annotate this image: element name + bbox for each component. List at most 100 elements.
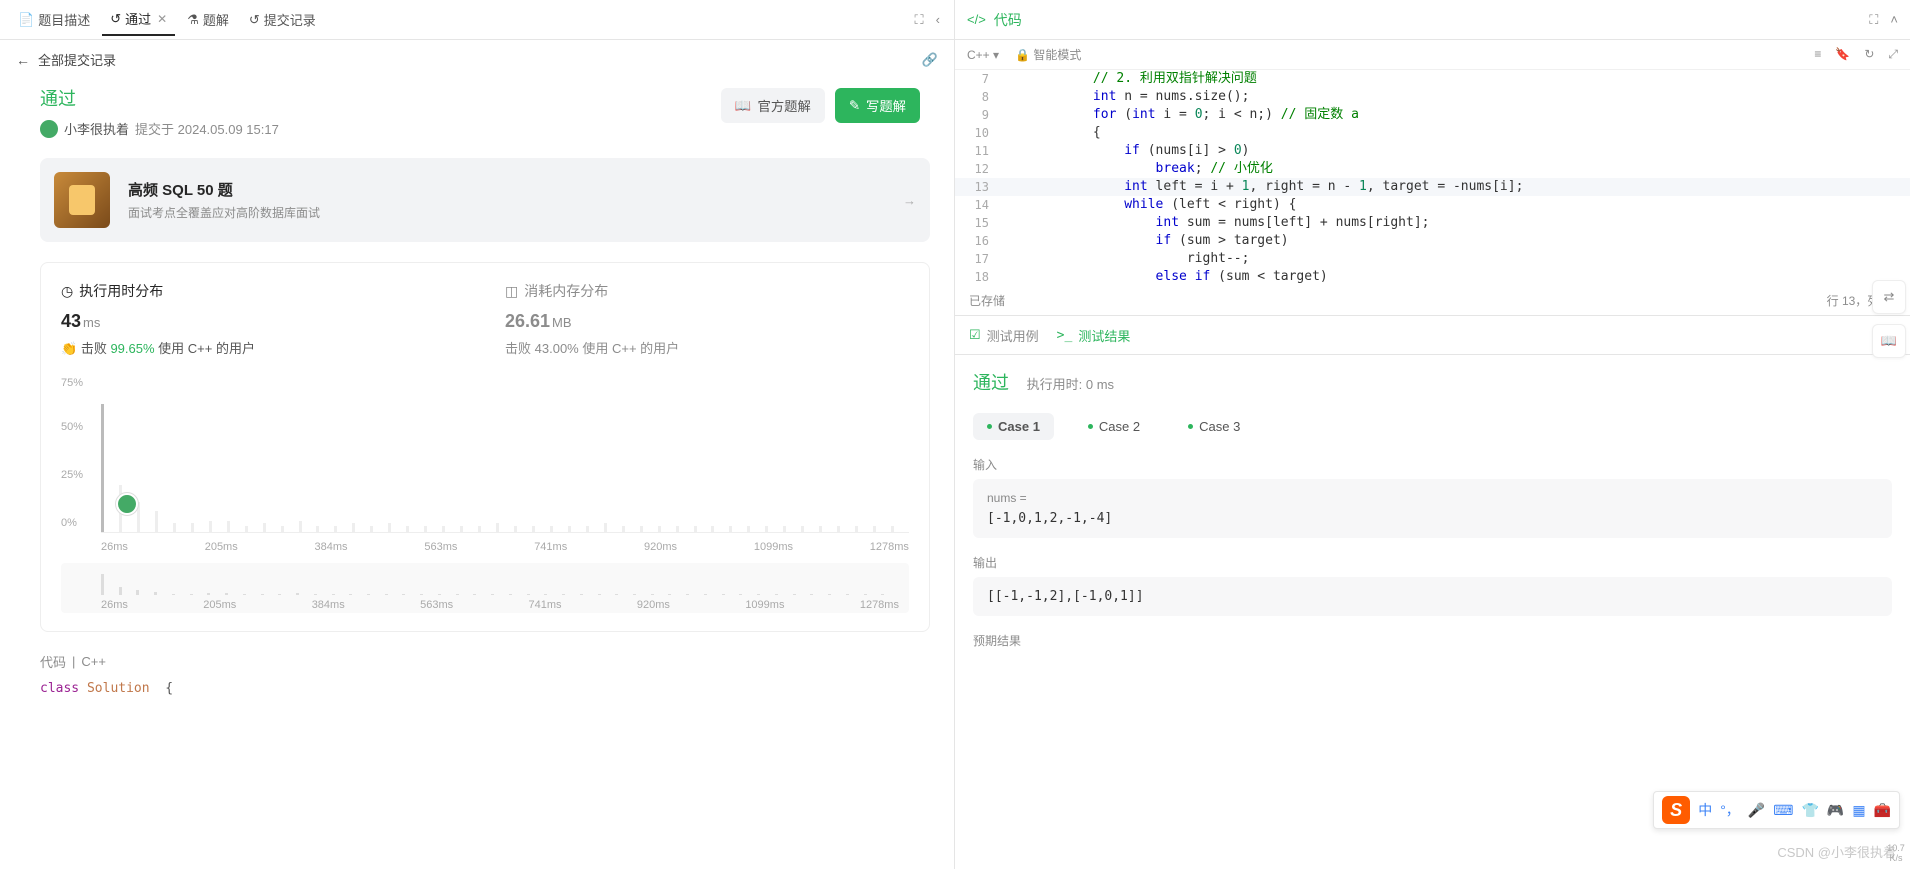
code-line[interactable]: if (sum > target) bbox=[999, 232, 1289, 250]
ime-mic-icon[interactable]: 🎤 bbox=[1748, 802, 1765, 819]
tab-accepted[interactable]: ↺ 通过 ✕ bbox=[102, 3, 175, 36]
clock-icon: ◷ bbox=[61, 283, 73, 300]
tab-submissions[interactable]: ↺ 提交记录 bbox=[241, 4, 324, 35]
overview-chart[interactable]: 26ms 205ms 384ms 563ms 741ms 920ms 1099m… bbox=[61, 563, 909, 613]
line-number: 16 bbox=[955, 232, 999, 250]
ime-grid-icon[interactable]: ▦ bbox=[1852, 802, 1865, 819]
submit-time: 提交于 2024.05.09 15:17 bbox=[135, 119, 279, 138]
tab-label: 题目描述 bbox=[38, 10, 90, 29]
tab-testresults[interactable]: >_ 测试结果 bbox=[1057, 326, 1131, 345]
book-open-icon[interactable]: 📖 bbox=[1872, 324, 1906, 358]
expand-icon[interactable]: ⛶ bbox=[1869, 12, 1878, 28]
code-line[interactable]: { bbox=[999, 124, 1101, 142]
refresh-icon[interactable]: ↻ bbox=[1864, 47, 1874, 62]
flask-icon: ⚗ bbox=[187, 12, 199, 28]
memory-col[interactable]: ◫消耗内存分布 26.61MB 击败 43.00% 使用 C++ 的用户 bbox=[505, 281, 909, 357]
avatar[interactable] bbox=[40, 120, 58, 138]
tab-description[interactable]: 📄 题目描述 bbox=[10, 4, 98, 35]
terminal-icon: >_ bbox=[1057, 328, 1073, 343]
code-line[interactable]: while (left < right) { bbox=[999, 196, 1296, 214]
chevron-up-icon[interactable]: ˄ bbox=[1890, 12, 1898, 28]
code-line[interactable]: else if (sum < target) bbox=[999, 268, 1328, 286]
code-header: </> 代码 ⛶ ˄ bbox=[955, 0, 1910, 40]
edit-icon: ✎ bbox=[849, 98, 860, 114]
line-number: 17 bbox=[955, 250, 999, 268]
tab-label: 通过 bbox=[125, 9, 151, 28]
distribution-card: ◷执行用时分布 43ms 👏 击败 99.65% 使用 C++ 的用户 ◫消耗内… bbox=[40, 262, 930, 632]
code-line[interactable]: int n = nums.size(); bbox=[999, 88, 1249, 106]
code-line[interactable]: int sum = nums[left] + nums[right]; bbox=[999, 214, 1429, 232]
ime-lang[interactable]: 中 bbox=[1698, 800, 1712, 820]
link-icon[interactable]: 🔗 bbox=[922, 52, 938, 68]
author-name[interactable]: 小李很执着 bbox=[64, 119, 129, 138]
ime-toolbox-icon[interactable]: 🧰 bbox=[1874, 802, 1891, 819]
line-number: 7 bbox=[955, 70, 999, 88]
runtime-value: 43 bbox=[61, 311, 81, 331]
auto-mode[interactable]: 🔒 智能模式 bbox=[1015, 46, 1081, 63]
editor-status-bar: 已存储 行 13，列 31 bbox=[955, 286, 1910, 315]
floating-tools: ⇄ 📖 bbox=[1872, 280, 1906, 358]
line-number: 18 bbox=[955, 268, 999, 286]
code-section-header: 代码 | C++ bbox=[40, 652, 930, 671]
input-label: 输入 bbox=[973, 456, 1892, 473]
document-icon: 📄 bbox=[18, 12, 34, 28]
code-preview: class Solution { bbox=[40, 681, 930, 696]
save-status: 已存储 bbox=[969, 292, 1005, 309]
fullscreen-icon[interactable]: ⤢ bbox=[1888, 47, 1898, 62]
bookmark-icon[interactable]: 🔖 bbox=[1835, 47, 1850, 62]
tab-label: 题解 bbox=[203, 10, 229, 29]
input-value: [-1,0,1,2,-1,-4] bbox=[987, 511, 1878, 526]
code-line[interactable]: right--; bbox=[999, 250, 1249, 268]
write-solution-button[interactable]: ✎ 写题解 bbox=[835, 88, 920, 123]
tab-solutions[interactable]: ⚗ 题解 bbox=[179, 4, 237, 35]
output-label: 输出 bbox=[973, 554, 1892, 571]
output-box[interactable]: [[-1,-1,2],[-1,0,1]] bbox=[973, 577, 1892, 616]
case-pill-3[interactable]: Case 3 bbox=[1174, 413, 1254, 440]
back-arrow-icon[interactable]: ← bbox=[16, 52, 30, 68]
code-line[interactable]: for (int i = 0; i < n;) // 固定数 a bbox=[999, 106, 1359, 124]
line-number: 12 bbox=[955, 160, 999, 178]
code-line[interactable]: break; // 小优化 bbox=[999, 160, 1273, 178]
language-selector[interactable]: C++ ▾ bbox=[967, 48, 999, 62]
case-pill-1[interactable]: Case 1 bbox=[973, 413, 1054, 440]
line-number: 10 bbox=[955, 124, 999, 142]
ime-skin-icon[interactable]: 👕 bbox=[1801, 802, 1818, 819]
translate-icon[interactable]: ⇄ bbox=[1872, 280, 1906, 314]
code-line[interactable]: // 2. 利用双指针解决问题 bbox=[999, 70, 1257, 88]
ime-keyboard-icon[interactable]: ⌨ bbox=[1773, 802, 1793, 819]
ime-game-icon[interactable]: 🎮 bbox=[1827, 802, 1844, 819]
code-line[interactable]: if (nums[i] > 0) bbox=[999, 142, 1249, 160]
ime-toolbar[interactable]: S 中 °， 🎤 ⌨ 👕 🎮 ▦ 🧰 bbox=[1653, 791, 1900, 829]
case-pills: Case 1 Case 2 Case 3 bbox=[973, 413, 1892, 440]
status-dot-icon bbox=[1088, 424, 1093, 429]
close-icon[interactable]: ✕ bbox=[157, 12, 167, 26]
input-box[interactable]: nums = [-1,0,1,2,-1,-4] bbox=[973, 479, 1892, 538]
expand-icon[interactable]: ⛶ bbox=[911, 8, 928, 32]
code-header-label: 代码 bbox=[994, 10, 1022, 30]
history-icon: ↺ bbox=[110, 11, 121, 27]
test-tabs: ☑ 测试用例 >_ 测试结果 bbox=[955, 315, 1910, 355]
runtime-col[interactable]: ◷执行用时分布 43ms 👏 击败 99.65% 使用 C++ 的用户 bbox=[61, 281, 465, 357]
result-time: 执行用时: 0 ms bbox=[1027, 377, 1114, 392]
runtime-beat-pct: 99.65% bbox=[110, 341, 154, 356]
chevron-right-icon: → bbox=[903, 193, 916, 208]
promo-card[interactable]: 高频 SQL 50 题 面试考点全覆盖应对高阶数据库面试 → bbox=[40, 158, 930, 242]
line-number: 9 bbox=[955, 106, 999, 124]
breadcrumb-label[interactable]: 全部提交记录 bbox=[38, 50, 116, 69]
status-dot-icon bbox=[1188, 424, 1193, 429]
user-marker-avatar[interactable] bbox=[116, 493, 138, 515]
editor-toolbar: C++ ▾ 🔒 智能模式 ≡ 🔖 ↻ ⤢ bbox=[955, 40, 1910, 70]
code-editor[interactable]: 7 // 2. 利用双指针解决问题8 int n = nums.size();9… bbox=[955, 70, 1910, 286]
tab-testcases[interactable]: ☑ 测试用例 bbox=[969, 326, 1039, 345]
code-line[interactable]: int left = i + 1, right = n - 1, target … bbox=[999, 178, 1523, 196]
line-number: 8 bbox=[955, 88, 999, 106]
sogou-icon[interactable]: S bbox=[1662, 796, 1690, 824]
list-icon[interactable]: ≡ bbox=[1814, 47, 1821, 62]
ime-punct-icon[interactable]: °， bbox=[1720, 800, 1740, 820]
official-solution-button[interactable]: 📖 官方题解 bbox=[721, 88, 825, 123]
case-pill-2[interactable]: Case 2 bbox=[1074, 413, 1154, 440]
watermark: CSDN @小李很执着 bbox=[1777, 842, 1896, 861]
collapse-left-icon[interactable]: ‹ bbox=[932, 8, 944, 31]
lock-icon: 🔒 bbox=[1015, 48, 1030, 62]
memory-beat-pct: 43.00% bbox=[535, 341, 579, 356]
